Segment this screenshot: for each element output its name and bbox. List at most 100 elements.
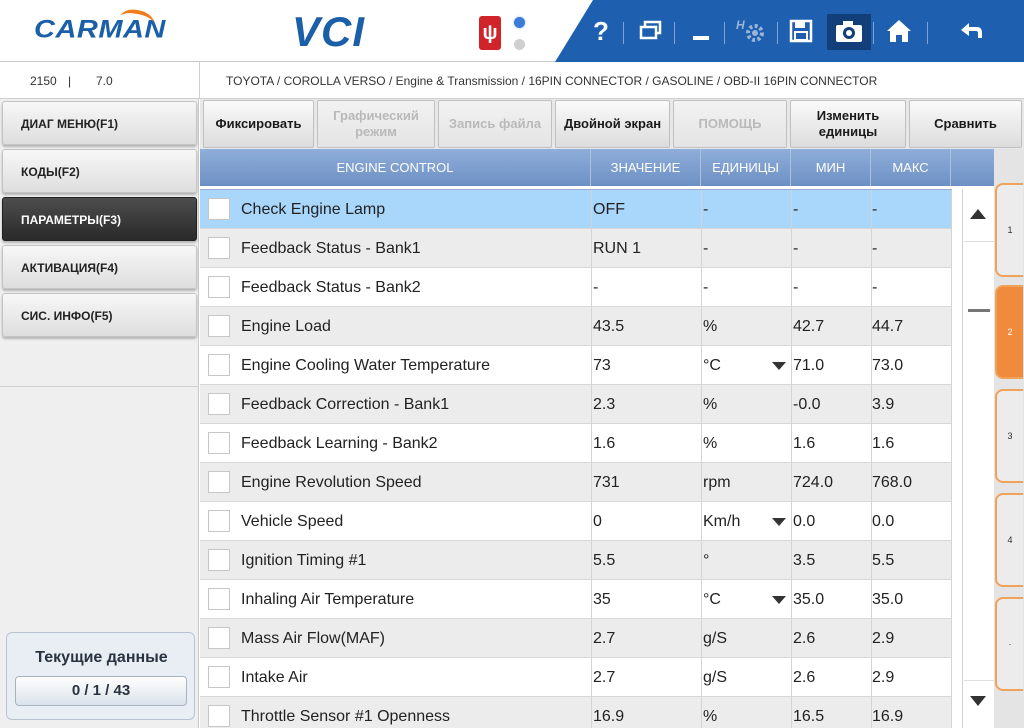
column-divider	[791, 307, 792, 346]
unit-dropdown-arrow-icon[interactable]	[772, 596, 786, 604]
version-number: 7.0	[96, 74, 113, 88]
parameter-value: OFF	[593, 201, 625, 218]
column-divider	[591, 658, 592, 697]
row-checkbox[interactable]	[208, 588, 230, 610]
parameter-max: 73.0	[872, 357, 904, 374]
row-checkbox[interactable]	[208, 627, 230, 649]
table-scrollbar[interactable]	[962, 189, 994, 728]
table-row[interactable]: Check Engine Lamp OFF - - -	[200, 190, 952, 229]
row-checkbox[interactable]	[208, 549, 230, 571]
compare-button[interactable]: Сравнить	[909, 100, 1022, 148]
row-checkbox[interactable]	[208, 471, 230, 493]
dual-screen-button[interactable]: Двойной экран	[555, 100, 670, 148]
unit-dropdown-arrow-icon[interactable]	[772, 518, 786, 526]
parameter-max: -	[872, 240, 878, 257]
column-divider	[791, 580, 792, 619]
page-tab-5[interactable]: ·	[995, 597, 1023, 691]
window-icon[interactable]	[629, 0, 673, 62]
parameter-unit: °C	[703, 357, 721, 374]
table-row[interactable]: Feedback Correction - Bank1 2.3% -0.0 3.9	[200, 385, 952, 424]
save-icon[interactable]	[779, 0, 823, 62]
parameter-min: 16.5	[793, 708, 825, 725]
parameter-unit: -	[703, 240, 709, 257]
parameter-unit: g/S	[703, 669, 728, 686]
nav-activation[interactable]: АКТИВАЦИЯ(F4)	[2, 245, 197, 289]
column-divider	[791, 463, 792, 502]
scroll-up-arrow-icon[interactable]	[970, 209, 986, 219]
nav-diag-menu[interactable]: ДИАГ МЕНЮ(F1)	[2, 101, 197, 145]
column-divider	[951, 268, 952, 307]
minimize-icon[interactable]	[679, 0, 723, 62]
row-checkbox[interactable]	[208, 393, 230, 415]
row-checkbox[interactable]	[208, 432, 230, 454]
help-button[interactable]: ПОМОЩЬ	[673, 100, 787, 148]
parameter-name: Intake Air	[241, 669, 308, 686]
record-file-button[interactable]: Запись файла	[438, 100, 552, 148]
row-checkbox[interactable]	[208, 315, 230, 337]
table-row[interactable]: Feedback Status - Bank1 RUN 1 - - -	[200, 229, 952, 268]
column-divider	[951, 346, 952, 385]
header-value: ЗНАЧЕНИЕ	[591, 149, 701, 186]
column-divider	[951, 229, 952, 268]
parameter-max: 2.9	[872, 630, 895, 647]
row-checkbox[interactable]	[208, 198, 230, 220]
row-checkbox[interactable]	[208, 510, 230, 532]
column-divider	[791, 190, 792, 229]
column-divider	[701, 658, 702, 697]
svg-text:H: H	[736, 18, 745, 32]
column-divider	[701, 424, 702, 463]
table-row[interactable]: Mass Air Flow(MAF) 2.7 g/S 2.6 2.9	[200, 619, 952, 658]
header-max: МАКС	[871, 149, 951, 186]
column-divider	[871, 346, 872, 385]
row-checkbox[interactable]	[208, 705, 230, 727]
parameter-max: 44.7	[872, 318, 904, 335]
table-row[interactable]: Vehicle Speed 0 Km/h 0.0 0.0	[200, 502, 952, 541]
page-tab-4[interactable]: 4	[995, 493, 1023, 587]
home-icon[interactable]	[877, 0, 921, 62]
unit-dropdown-arrow-icon[interactable]	[772, 362, 786, 370]
table-row[interactable]: Intake Air 2.7 g/S 2.6 2.9	[200, 658, 952, 697]
page-tab-2[interactable]: 2	[995, 285, 1023, 379]
row-checkbox[interactable]	[208, 237, 230, 259]
table-row[interactable]: Engine Revolution Speed 731 rpm 724.0 768.0	[200, 463, 952, 502]
row-checkbox[interactable]	[208, 354, 230, 376]
column-divider	[591, 229, 592, 268]
page-tab-3[interactable]: 3	[995, 389, 1023, 483]
table-row[interactable]: Inhaling Air Temperature 35 °C 35.0 35.0	[200, 580, 952, 619]
toolbar-divider	[873, 22, 874, 44]
parameter-min: 35.0	[793, 591, 825, 608]
table-row[interactable]: Engine Load 43.5% 42.7 44.7	[200, 307, 952, 346]
toolbar-divider	[623, 22, 624, 44]
nav-sys-info[interactable]: СИС. ИНФО(F5)	[2, 293, 197, 337]
back-icon[interactable]	[949, 0, 993, 62]
nav-parameters[interactable]: ПАРАМЕТРЫ(F3)	[2, 197, 197, 241]
parameter-value: 2.7	[593, 669, 616, 686]
row-checkbox[interactable]	[208, 666, 230, 688]
page-tabs: 1 2 3 4 ·	[994, 149, 1024, 728]
settings-icon[interactable]: H	[729, 0, 773, 62]
table-row[interactable]: Ignition Timing #1 5.5 ° 3.5 5.5	[200, 541, 952, 580]
scroll-track[interactable]	[964, 241, 994, 681]
row-checkbox[interactable]	[208, 276, 230, 298]
scroll-down-arrow-icon[interactable]	[970, 696, 986, 706]
nav-codes[interactable]: КОДЫ(F2)	[2, 149, 197, 193]
table-row[interactable]: Throttle Sensor #1 Openness 16.9% 16.5 16.9	[200, 697, 952, 728]
freeze-button[interactable]: Фиксировать	[203, 100, 314, 148]
parameter-unit: °C	[703, 591, 721, 608]
camera-icon[interactable]	[827, 14, 871, 50]
page-tab-1[interactable]: 1	[995, 183, 1023, 277]
table-row[interactable]: Feedback Status - Bank2 - - - -	[200, 268, 952, 307]
column-divider	[591, 619, 592, 658]
column-divider	[951, 541, 952, 580]
help-icon[interactable]: ?	[579, 0, 623, 62]
parameter-min: 724.0	[793, 474, 834, 491]
parameter-max: 1.6	[872, 435, 895, 452]
column-divider	[871, 424, 872, 463]
scroll-thumb[interactable]	[968, 309, 990, 312]
table-row[interactable]: Feedback Learning - Bank2 1.6% 1.6 1.6	[200, 424, 952, 463]
table-row[interactable]: Engine Cooling Water Temperature 73 °C 71.0…	[200, 346, 952, 385]
column-divider	[871, 580, 872, 619]
graph-mode-button[interactable]: Графический режим	[317, 100, 435, 148]
change-units-button[interactable]: Изменить единицы	[790, 100, 906, 148]
parameter-min: 0.0	[793, 513, 816, 530]
